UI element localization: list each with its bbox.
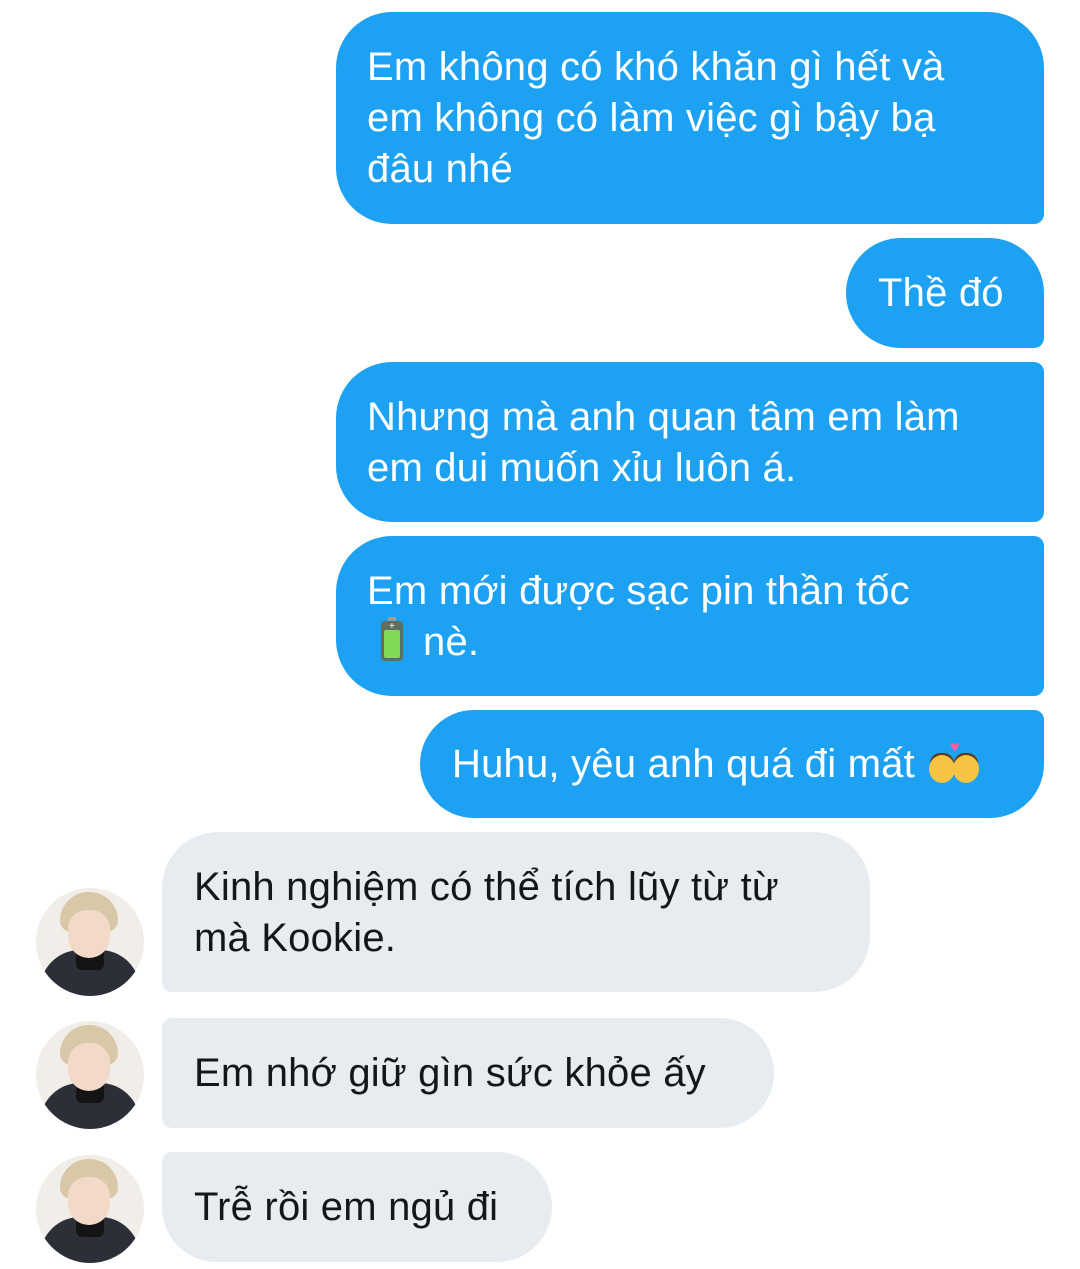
received-message-bubble[interactable]: Kinh nghiệm có thể tích lũy từ từ mà Koo… — [162, 832, 870, 992]
sent-message-bubble[interactable]: Nhưng mà anh quan tâm em làm em dui muốn… — [336, 362, 1044, 522]
message-text-line: đâu nhé — [367, 147, 513, 191]
received-message-bubble[interactable]: Trễ rồi em ngủ đi — [162, 1152, 552, 1262]
message-text-line: Trễ rồi em ngủ đi — [194, 1185, 499, 1229]
message-text-line: Em mới được sạc pin thần tốc — [367, 569, 910, 613]
message-text-line: Thề đó — [878, 271, 1004, 315]
avatar[interactable] — [36, 1155, 144, 1263]
received-message-bubble[interactable]: Em nhớ giữ gìn sức khỏe ấy — [162, 1018, 774, 1128]
message-text-line: Nhưng mà anh quan tâm em làm — [367, 395, 960, 439]
message-text-line: mà Kookie. — [194, 916, 397, 960]
message-text-line: em không có làm việc gì bậy bạ — [367, 96, 936, 140]
message-text: Huhu, yêu anh quá đi mất — [452, 742, 915, 786]
message-text-line: Kinh nghiệm có thể tích lũy từ từ — [194, 865, 779, 909]
sent-message-bubble[interactable]: Em mới được sạc pin thần tốc + nè. — [336, 536, 1044, 696]
avatar[interactable] — [36, 888, 144, 996]
sent-message-bubble[interactable]: Thề đó — [846, 238, 1044, 348]
sent-message-bubble[interactable]: Em không có khó khăn gì hết và em không … — [336, 12, 1044, 224]
kiss-icon: ♥ — [927, 740, 981, 785]
sent-message-bubble[interactable]: Huhu, yêu anh quá đi mất ♥ — [420, 710, 1044, 818]
message-text-line-with-emoji: + nè. — [367, 617, 1044, 668]
avatar[interactable] — [36, 1021, 144, 1129]
message-text: nè. — [423, 620, 480, 664]
battery-icon: + — [381, 617, 403, 661]
message-text-line: em dui muốn xỉu luôn á. — [367, 446, 797, 490]
message-text-line: Em không có khó khăn gì hết và — [367, 45, 945, 89]
message-text-line: Em nhớ giữ gìn sức khỏe ấy — [194, 1051, 706, 1095]
chat-thread: Em không có khó khăn gì hết và em không … — [0, 0, 1080, 1269]
